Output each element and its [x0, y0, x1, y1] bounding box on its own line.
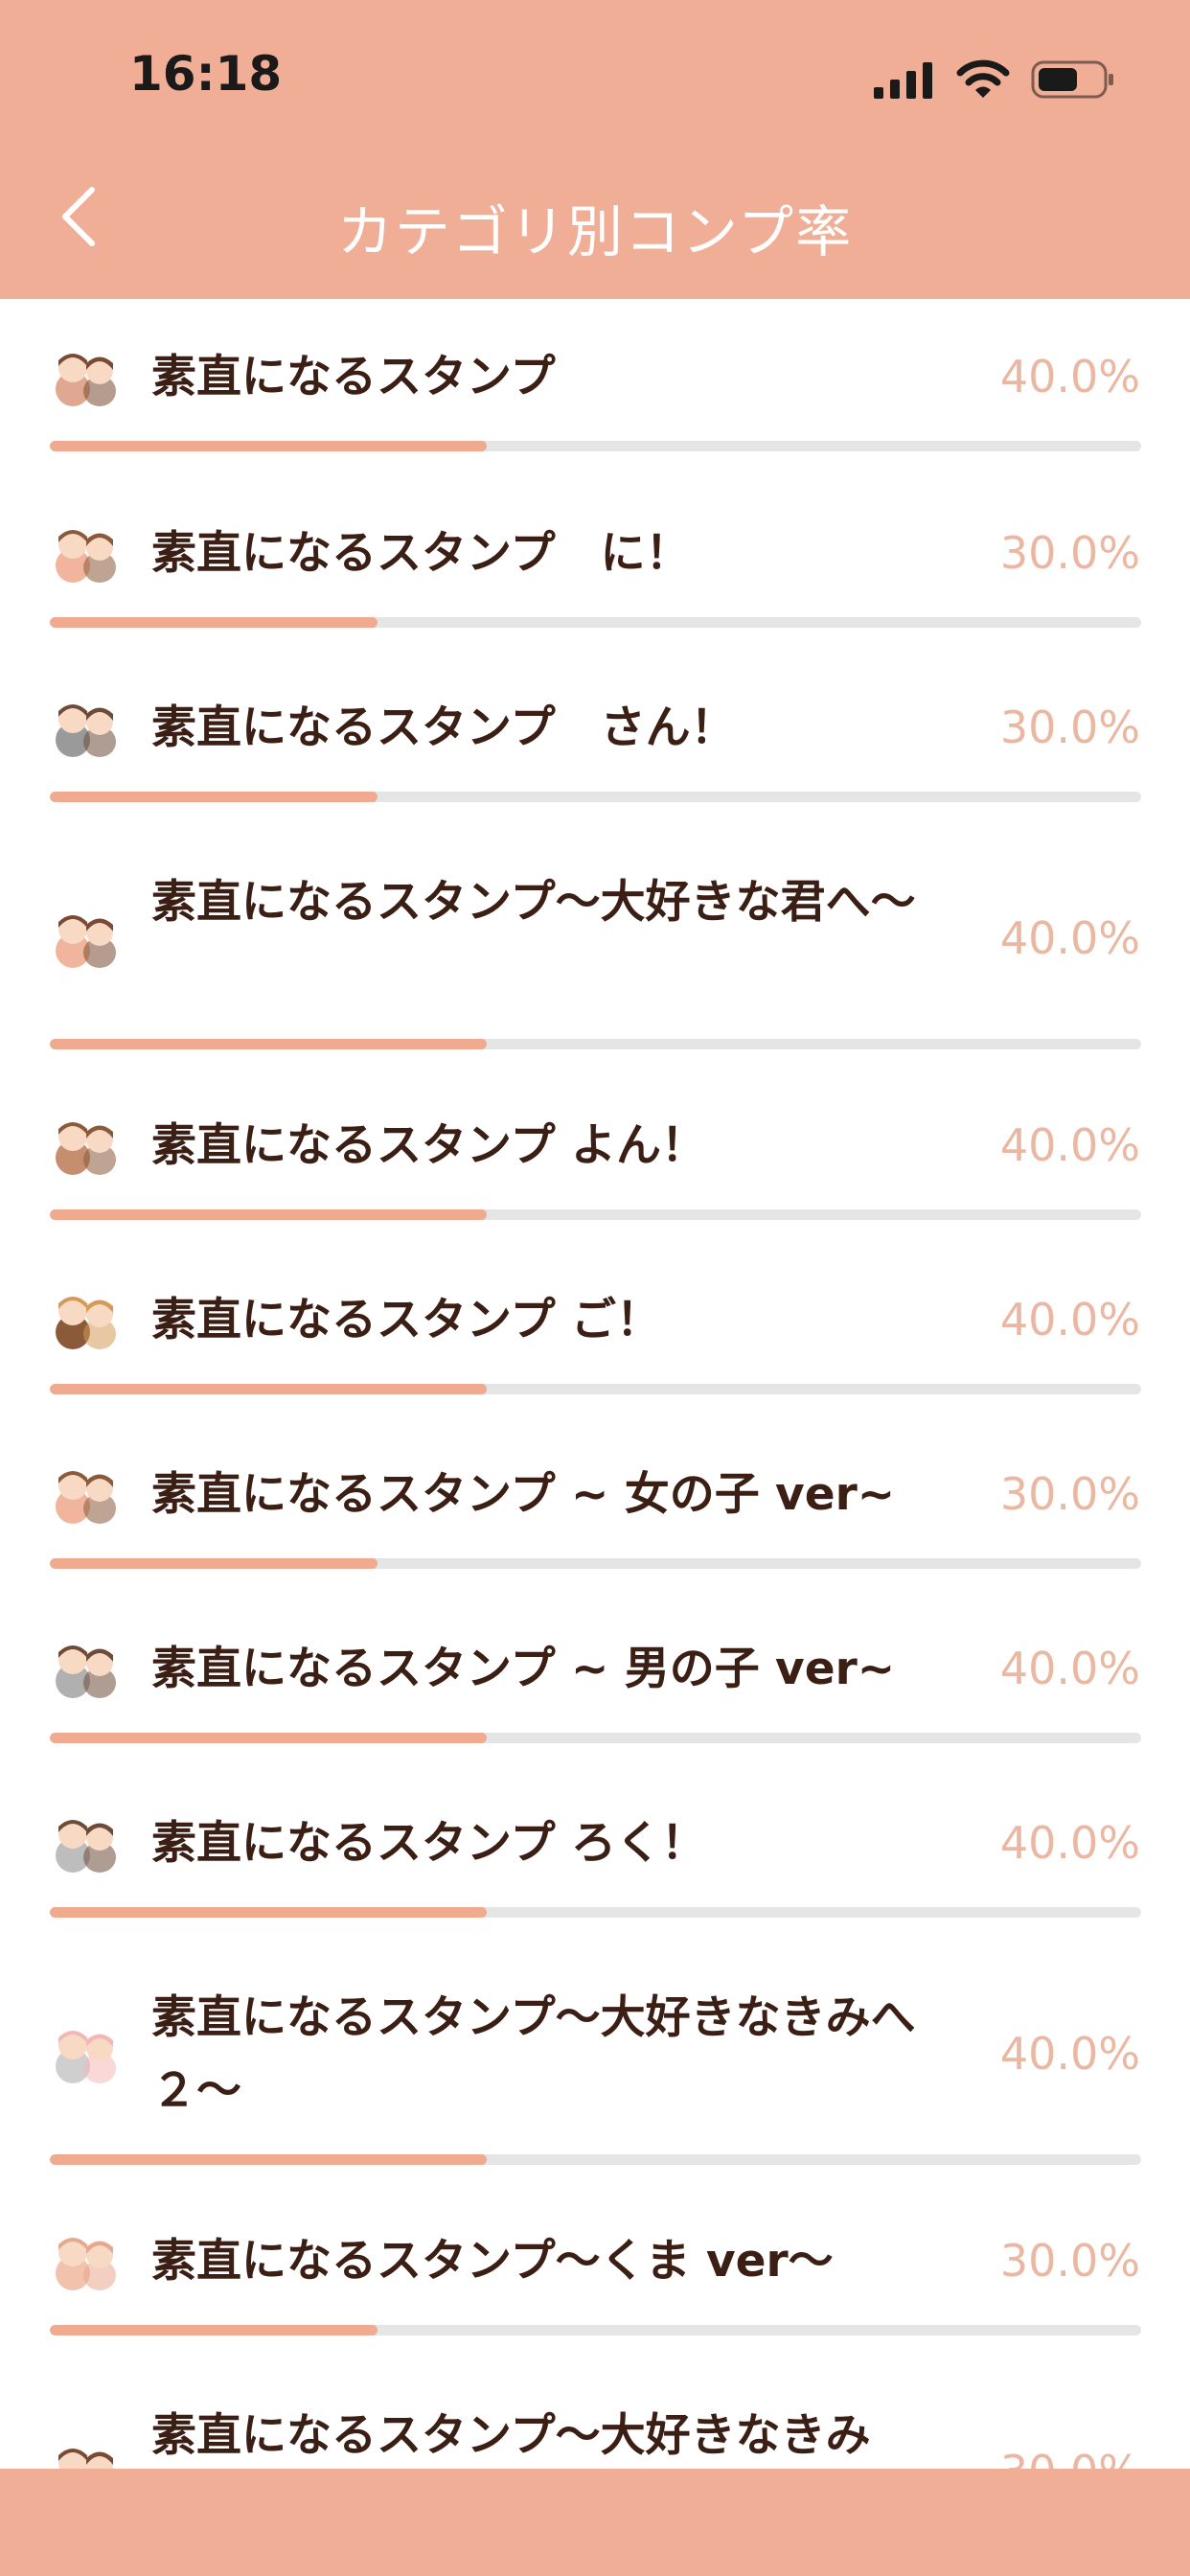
list-item[interactable]: 素直になるスタンプ ~ 女の子 ver~ 30.0% — [0, 1416, 1190, 1591]
category-name: 素直になるスタンプ — [151, 351, 556, 403]
completion-percent: 40.0% — [999, 1817, 1140, 1869]
progress-bar-track — [50, 441, 1141, 451]
battery-icon — [1031, 60, 1113, 99]
sticker-pink-couple-icon — [50, 2024, 123, 2085]
completion-percent: 40.0% — [999, 351, 1140, 402]
progress-bar-track — [50, 792, 1141, 802]
list-item[interactable]: 素直になるスタンプ 40.0% — [0, 299, 1190, 475]
list-item[interactable]: 素直になるスタンプ よん！ 40.0% — [0, 1068, 1190, 1242]
sticker-cat-couple-icon — [50, 698, 123, 759]
page-title: カテゴリ別コンプ率 — [336, 199, 854, 264]
progress-bar-fill — [50, 1907, 487, 1918]
list-item[interactable]: 素直になるスタンプ ろく！ 40.0% — [0, 1765, 1190, 1940]
category-name: 素直になるスタンプ〜くま ver〜 — [151, 2235, 834, 2288]
progress-bar-fill — [50, 2154, 487, 2165]
list-item[interactable]: 素直になるスタンプ さん！ 30.0% — [0, 650, 1190, 824]
wifi-icon — [956, 59, 1010, 98]
sticker-couple-hug-icon — [50, 347, 123, 408]
progress-bar-fill — [50, 1209, 487, 1220]
category-name: 素直になるスタンプ ろく！ — [151, 1817, 706, 1870]
sticker-boy-icon — [50, 1639, 123, 1700]
progress-bar-fill — [50, 1384, 487, 1394]
progress-bar-fill — [50, 617, 378, 628]
category-name: 素直になるスタンプ に！ — [151, 527, 691, 580]
progress-bar-fill — [50, 1558, 378, 1569]
progress-bar-track — [50, 1558, 1141, 1569]
progress-bar-track — [50, 617, 1141, 628]
category-name: 素直になるスタンプ〜大好きなきみ — [151, 2409, 871, 2462]
progress-bar-track — [50, 1384, 1141, 1394]
completion-percent: 40.0% — [999, 1643, 1140, 1694]
sticker-bears-icon — [50, 2231, 123, 2292]
progress-bar-track — [50, 1907, 1141, 1918]
progress-bar-track — [50, 1733, 1141, 1743]
progress-bar-track — [50, 2154, 1141, 2165]
completion-percent: 40.0% — [999, 912, 1140, 964]
completion-percent: 40.0% — [999, 1294, 1140, 1346]
category-name: 素直になるスタンプ ~ 女の子 ver~ — [151, 1468, 896, 1521]
category-list: 素直になるスタンプ 40.0% 素直になるスタンプ に！ 30.0% 素直になるスタンプ… — [0, 299, 1190, 2576]
status-icons — [874, 56, 1115, 104]
list-item[interactable]: 素直になるスタンプ〜大好きな君へ〜 40.0% — [0, 824, 1190, 1068]
sticker-boy-arms-up-icon — [50, 1813, 123, 1874]
sticker-animal-ears-couple-icon — [50, 1116, 123, 1177]
progress-bar-fill — [50, 2325, 378, 2335]
progress-bar-fill — [50, 1733, 487, 1743]
category-name: 素直になるスタンプ〜大好きなきみへ２〜 — [151, 1991, 916, 2117]
header: 16:18 カテゴリ別コンプ率 — [0, 0, 1190, 299]
bottom-bar — [0, 2469, 1190, 2576]
completion-percent: 30.0% — [999, 527, 1140, 579]
list-item[interactable]: 素直になるスタンプ に！ 30.0% — [0, 475, 1190, 650]
progress-bar-fill — [50, 441, 487, 451]
completion-percent: 30.0% — [999, 702, 1140, 753]
cellular-signal-icon — [874, 62, 932, 99]
completion-percent: 40.0% — [999, 2028, 1140, 2080]
completion-percent: 40.0% — [999, 1119, 1140, 1171]
sticker-girl-hearts-icon — [50, 1464, 123, 1526]
category-completion-screen: 16:18 カテゴリ別コンプ率 素直になるスタンプ 40.0% 素直になるスタン… — [0, 0, 1190, 2576]
list-item[interactable]: 素直になるスタンプ ご！ 40.0% — [0, 1242, 1190, 1416]
category-name: 素直になるスタンプ ~ 男の子 ver~ — [151, 1643, 896, 1695]
progress-bar-fill — [50, 1039, 487, 1049]
completion-percent: 30.0% — [999, 2235, 1140, 2287]
progress-bar-track — [50, 1209, 1141, 1220]
sticker-bear-hood-couple-icon — [50, 1290, 123, 1351]
progress-bar-track — [50, 1039, 1141, 1049]
list-item[interactable]: 素直になるスタンプ〜くま ver〜 30.0% — [0, 2183, 1190, 2358]
sticker-girl-heart-icon — [50, 523, 123, 585]
category-name: 素直になるスタンプ ご！ — [151, 1294, 661, 1346]
completion-percent: 30.0% — [999, 1468, 1140, 1520]
category-name: 素直になるスタンプ〜大好きな君へ〜 — [151, 876, 916, 929]
category-name: 素直になるスタンプ よん！ — [151, 1119, 706, 1172]
progress-bar-fill — [50, 792, 378, 802]
list-item[interactable]: 素直になるスタンプ〜大好きなきみへ２〜 40.0% — [0, 1940, 1190, 2183]
progress-bar-track — [50, 2325, 1141, 2335]
category-name: 素直になるスタンプ さん！ — [151, 702, 736, 754]
status-time: 16:18 — [129, 46, 283, 102]
list-item[interactable]: 素直になるスタンプ ~ 男の子 ver~ 40.0% — [0, 1591, 1190, 1765]
sticker-couple-kiss-icon — [50, 908, 123, 970]
